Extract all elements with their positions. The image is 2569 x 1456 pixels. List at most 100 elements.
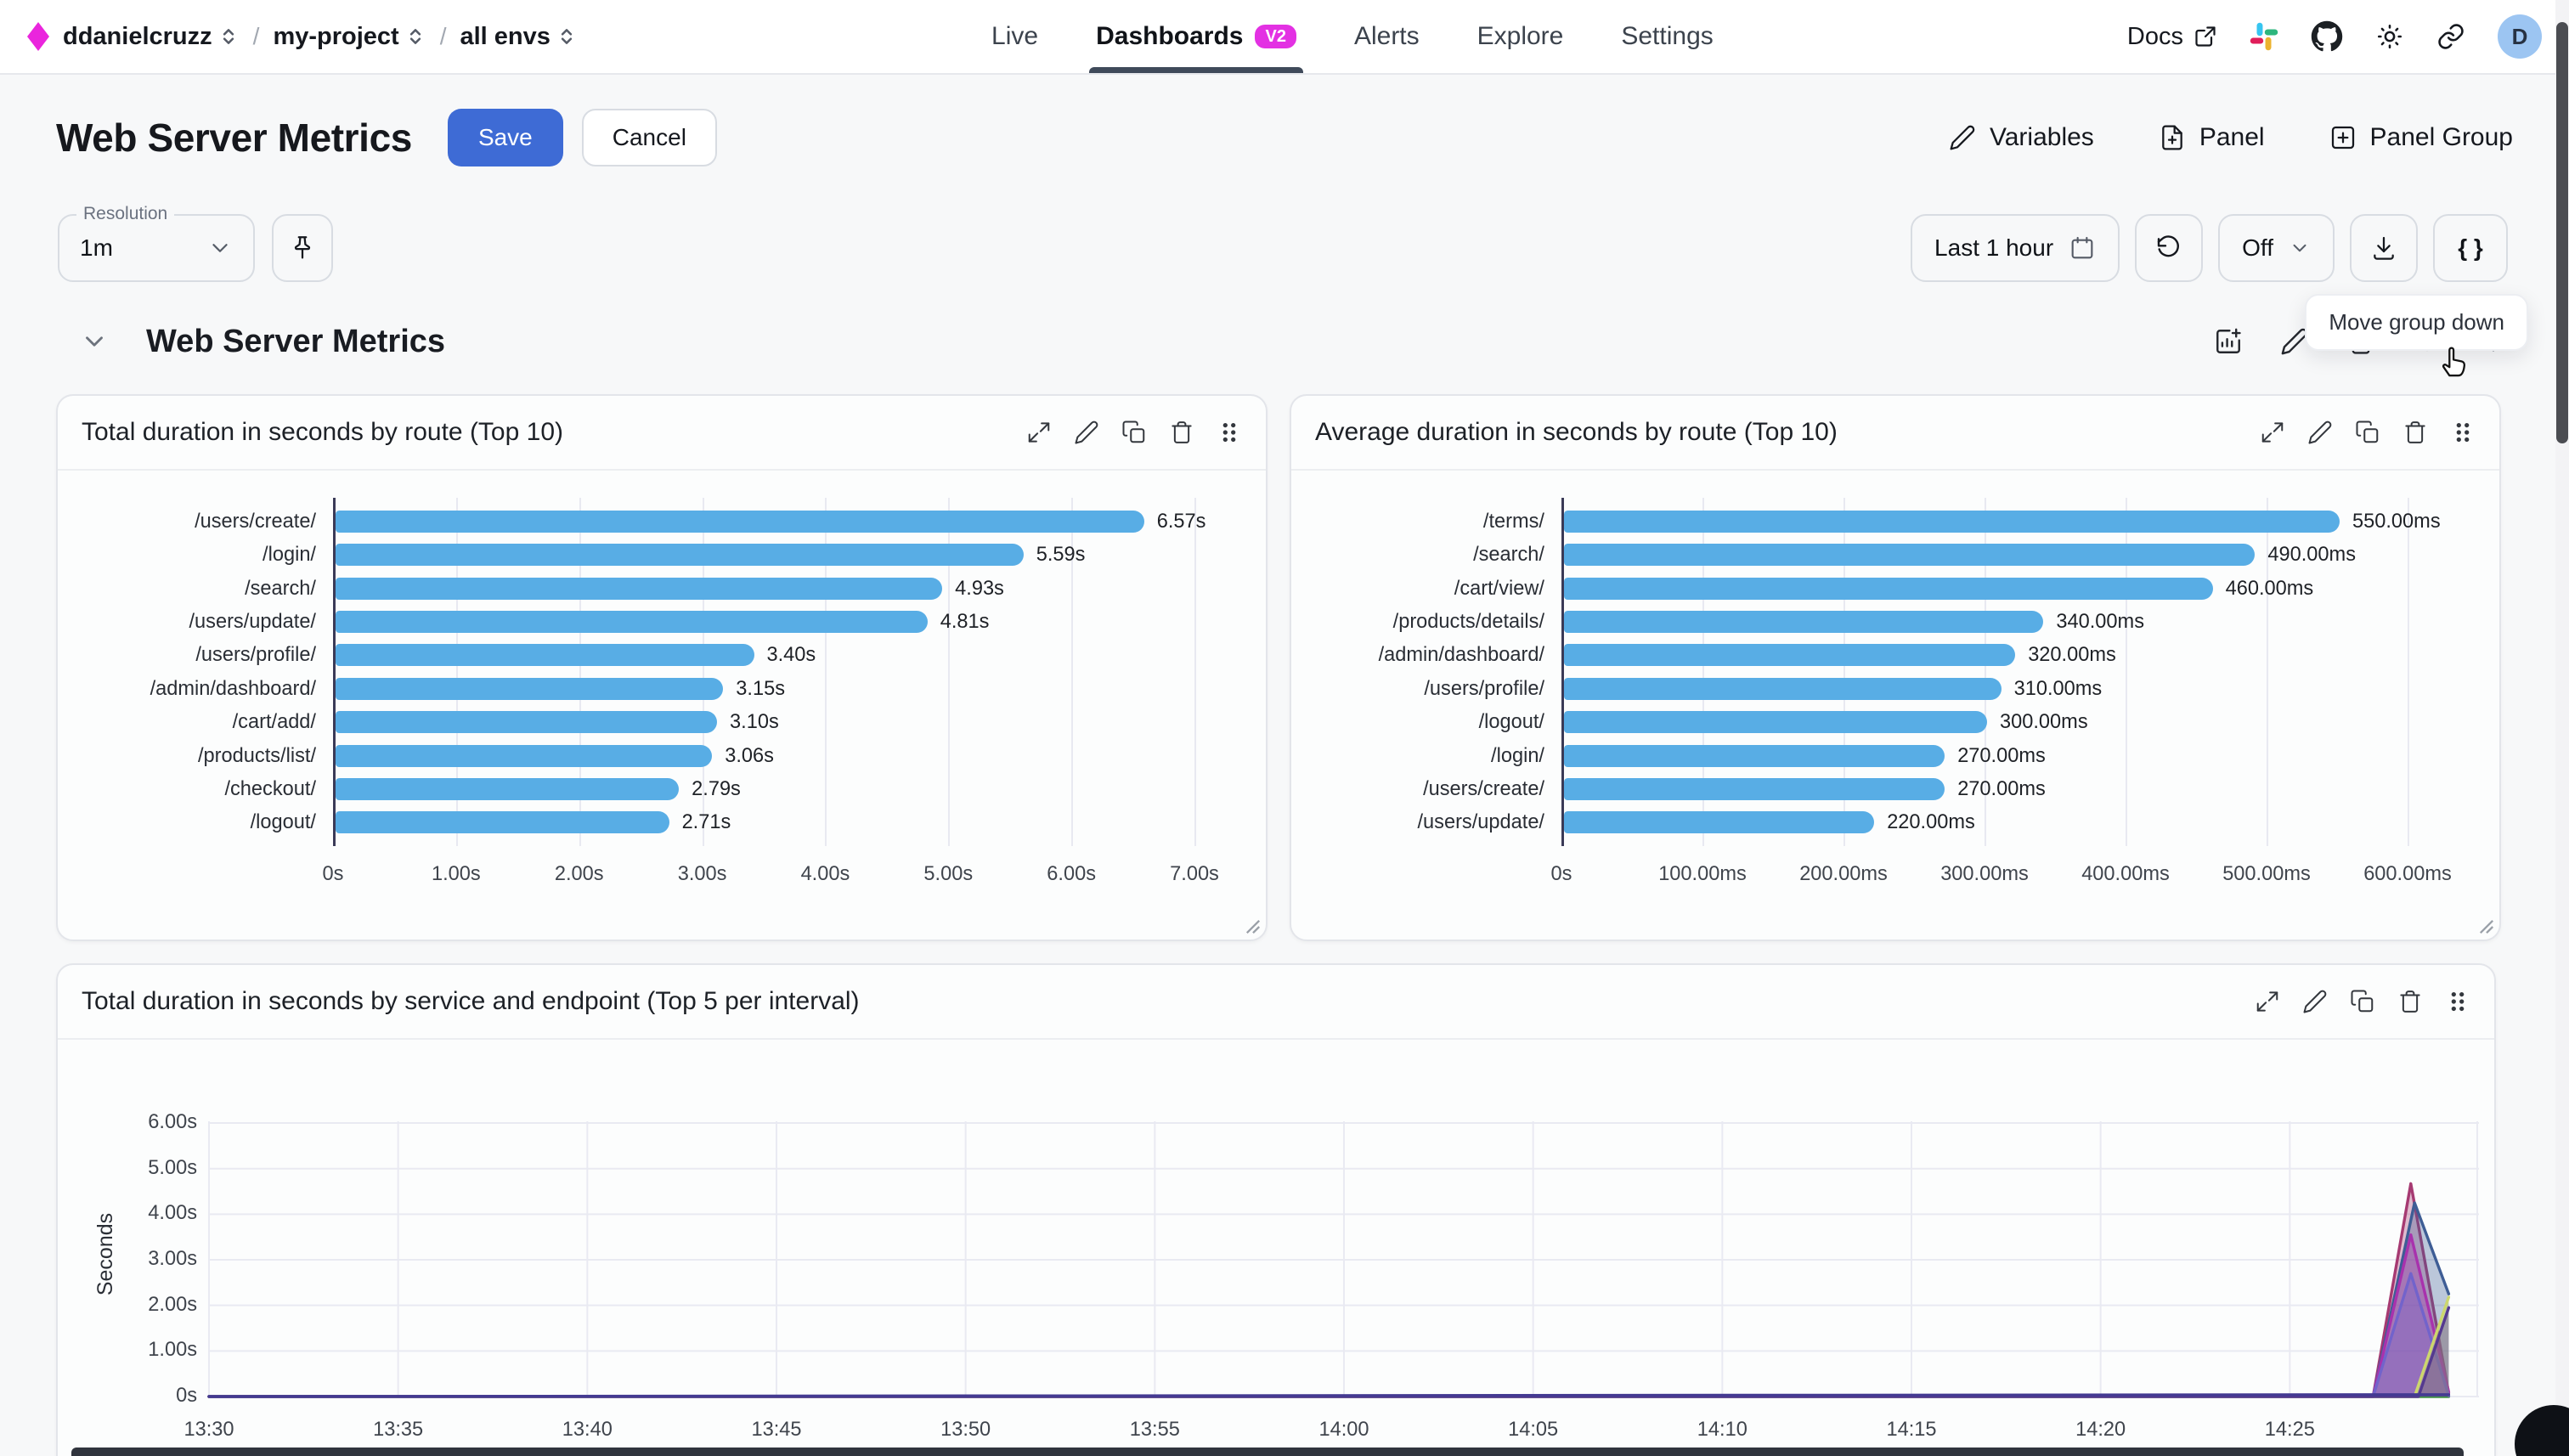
bar-category-label: /users/update/	[58, 611, 316, 634]
refresh-interval-select[interactable]: Off	[2218, 214, 2335, 282]
maximize-icon[interactable]	[2260, 420, 2285, 445]
copy-icon[interactable]	[2355, 420, 2380, 445]
tab-dashboards[interactable]: DashboardsV2	[1096, 0, 1296, 73]
panel-header: Average duration in seconds by route (To…	[1291, 396, 2499, 471]
trash-icon[interactable]	[2397, 989, 2423, 1014]
bar-value-label: 3.06s	[725, 745, 774, 768]
chart-plus-icon[interactable]	[2214, 327, 2243, 356]
bar[interactable]	[336, 678, 723, 700]
calendar-icon	[2069, 234, 2096, 262]
bar[interactable]	[1564, 711, 1987, 733]
bar[interactable]	[336, 511, 1144, 533]
save-button[interactable]: Save	[448, 109, 563, 166]
bar-value-label: 550.00ms	[2352, 511, 2441, 533]
header-actions: Variables Panel Panel Group	[1949, 123, 2513, 152]
variables-button[interactable]: Variables	[1949, 123, 2094, 152]
json-button[interactable]: { }	[2433, 214, 2508, 282]
github-icon[interactable]	[2311, 20, 2343, 53]
x-tick-label: 200.00ms	[1799, 863, 1888, 886]
y-tick-label: 4.00s	[109, 1202, 197, 1225]
breadcrumb-item[interactable]: ddanielcruzz	[63, 23, 240, 51]
bar[interactable]	[336, 745, 712, 767]
x-tick-label: 5.00s	[923, 863, 973, 886]
bar[interactable]	[1564, 578, 2213, 600]
docs-link[interactable]: Docs	[2127, 23, 2217, 51]
slack-icon[interactable]	[2250, 22, 2278, 51]
x-tick-label: 7.00s	[1170, 863, 1219, 886]
bar[interactable]	[336, 711, 717, 733]
tab-explore[interactable]: Explore	[1477, 0, 1564, 73]
grip-icon[interactable]	[2450, 420, 2476, 445]
panels-row: Total duration in seconds by route (Top …	[56, 394, 2513, 941]
chat-fab[interactable]	[2515, 1405, 2569, 1456]
time-range-button[interactable]: Last 1 hour	[1911, 214, 2120, 282]
x-tick-label: 14:15	[1886, 1419, 1936, 1442]
cancel-button[interactable]: Cancel	[582, 109, 717, 166]
tab-alerts[interactable]: Alerts	[1354, 0, 1420, 73]
tooltip: Move group down	[2305, 294, 2528, 351]
x-tick-label: 2.00s	[555, 863, 604, 886]
bar[interactable]	[1564, 811, 1874, 833]
bar[interactable]	[1564, 745, 1945, 767]
action-label: Variables	[1990, 123, 2094, 152]
page-header: Web Server Metrics Save Cancel Variables…	[56, 109, 2513, 166]
trash-icon[interactable]	[2402, 420, 2428, 445]
bar-category-label: /checkout/	[58, 778, 316, 801]
bar[interactable]	[1564, 511, 2340, 533]
bar[interactable]	[336, 811, 669, 833]
panel-header: Total duration in seconds by route (Top …	[58, 396, 1266, 471]
bar[interactable]	[1564, 611, 2043, 633]
action-label: Panel Group	[2370, 123, 2513, 152]
theme-toggle-sun-icon[interactable]	[2375, 22, 2404, 51]
panel-button[interactable]: Panel	[2159, 123, 2265, 152]
panel-total-duration: Total duration in seconds by route (Top …	[56, 394, 1268, 941]
copy-icon[interactable]	[2350, 989, 2375, 1014]
pencil-icon[interactable]	[2302, 989, 2328, 1014]
maximize-icon[interactable]	[2255, 989, 2280, 1014]
resize-handle-icon[interactable]	[1245, 919, 1261, 934]
top-nav: ddanielcruzz/my-project/all envs LiveDas…	[0, 0, 2569, 75]
pencil-icon	[1949, 124, 1976, 151]
pencil-icon[interactable]	[1074, 420, 1099, 445]
copy-link-icon[interactable]	[2436, 22, 2465, 51]
grip-icon[interactable]	[2445, 989, 2470, 1014]
bar[interactable]	[336, 578, 942, 600]
x-tick-label: 14:20	[2075, 1419, 2126, 1442]
bar[interactable]	[1564, 678, 2002, 700]
tab-settings[interactable]: Settings	[1621, 0, 1713, 73]
avatar[interactable]: D	[2498, 14, 2542, 59]
panel-group-button[interactable]: Panel Group	[2329, 123, 2513, 152]
breadcrumb-item[interactable]: all envs	[460, 23, 577, 51]
refresh-button[interactable]	[2135, 214, 2203, 282]
pin-button[interactable]	[272, 214, 333, 282]
bar[interactable]	[336, 644, 754, 666]
time-range-value: Last 1 hour	[1934, 234, 2053, 262]
bar[interactable]	[336, 544, 1024, 566]
collapse-chevron-icon[interactable]	[80, 327, 109, 356]
bar-category-label: /cart/add/	[58, 711, 316, 734]
pencil-icon[interactable]	[2307, 420, 2333, 445]
bar[interactable]	[1564, 644, 2015, 666]
panel-icon-actions	[1026, 420, 1242, 445]
tab-live[interactable]: Live	[991, 0, 1038, 73]
bar[interactable]	[336, 611, 928, 633]
bar[interactable]	[1564, 778, 1945, 800]
breadcrumb-item[interactable]: my-project	[273, 23, 426, 51]
download-button[interactable]	[2350, 214, 2418, 282]
x-tick-label: 600.00ms	[2363, 863, 2452, 886]
panel-title: Total duration in seconds by service and…	[82, 987, 860, 1016]
copy-icon[interactable]	[1121, 420, 1147, 445]
resolution-select[interactable]: Resolution 1m	[58, 214, 255, 282]
brand-logo-icon[interactable]	[27, 22, 49, 51]
panel-duration-by-endpoint: Total duration in seconds by service and…	[56, 963, 2496, 1456]
bar[interactable]	[336, 778, 679, 800]
updown-icon	[556, 25, 578, 48]
resize-handle-icon[interactable]	[2479, 919, 2494, 934]
trash-icon[interactable]	[1169, 420, 1194, 445]
x-tick-label: 14:25	[2265, 1419, 2315, 1442]
grip-icon[interactable]	[1217, 420, 1242, 445]
maximize-icon[interactable]	[1026, 420, 1052, 445]
panel-header: Total duration in seconds by service and…	[58, 965, 2494, 1040]
bar[interactable]	[1564, 544, 2255, 566]
scrollbar-thumb[interactable]	[2556, 22, 2568, 443]
